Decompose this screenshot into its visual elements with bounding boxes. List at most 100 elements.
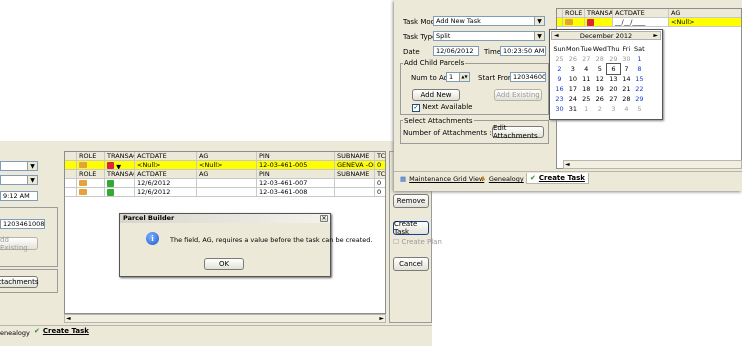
tab-genealogy[interactable]: ♣ Genealogy bbox=[480, 175, 524, 183]
back-attachments-button[interactable]: ttachments bbox=[0, 276, 39, 288]
back-add-existing-button[interactable]: dd Existing bbox=[0, 236, 38, 252]
col-actdate[interactable]: ACTDATE bbox=[613, 9, 669, 18]
calendar-day[interactable]: 22 bbox=[633, 84, 646, 94]
add-existing-button[interactable]: Add Existing bbox=[494, 89, 542, 101]
create-plan-checkbox[interactable]: ☐ Create Plan bbox=[393, 238, 442, 246]
calendar-day[interactable]: 18 bbox=[580, 84, 593, 94]
calendar-day[interactable]: 9 bbox=[553, 74, 566, 84]
col-actdate[interactable]: ACTDATE bbox=[135, 152, 197, 161]
cancel-button[interactable]: Cancel bbox=[393, 257, 429, 271]
col-role[interactable]: ROLE bbox=[563, 9, 585, 18]
ok-button[interactable]: OK bbox=[204, 258, 244, 270]
next-month-icon[interactable]: ► bbox=[653, 32, 658, 40]
tab-create-task[interactable]: ✔ Create Task bbox=[34, 327, 89, 335]
tab-genealogy[interactable]: enealogy bbox=[0, 329, 30, 337]
calendar-day[interactable]: 13 bbox=[607, 74, 620, 84]
back-combo-2[interactable]: ▼ bbox=[0, 175, 38, 185]
calendar-day[interactable]: 26 bbox=[593, 94, 607, 104]
task-mode-combo[interactable]: Add New Task ▼ bbox=[433, 16, 545, 26]
calendar-day[interactable]: 17 bbox=[566, 84, 580, 94]
remove-button[interactable]: Remove bbox=[393, 194, 429, 208]
scroll-right-icon[interactable]: ► bbox=[379, 315, 384, 322]
create-task-button[interactable]: Create Task bbox=[393, 220, 429, 236]
calendar-month-title[interactable]: December 2012 bbox=[552, 32, 660, 40]
calendar-day[interactable]: 1 bbox=[580, 104, 593, 114]
stepper-arrows-icon[interactable]: ▲▼ bbox=[459, 73, 469, 81]
calendar-day[interactable]: 5 bbox=[633, 104, 646, 114]
edit-attachments-button[interactable]: Edit Attachments bbox=[492, 124, 544, 140]
calendar-day[interactable]: 14 bbox=[620, 74, 633, 84]
calendar-day[interactable]: 3 bbox=[566, 64, 580, 74]
scroll-left-icon[interactable]: ◄ bbox=[565, 161, 570, 168]
date-field[interactable]: 12/06/2012 bbox=[433, 46, 479, 56]
calendar-day[interactable]: 21 bbox=[620, 84, 633, 94]
create-plan-label: Create Plan bbox=[401, 238, 442, 246]
back-start-from-field[interactable]: 1203461008 bbox=[0, 219, 45, 229]
close-icon[interactable]: ✕ bbox=[320, 215, 328, 222]
checkbox-checked-icon: ✓ bbox=[412, 104, 420, 112]
tab-create-task[interactable]: ✔ Create Task bbox=[526, 173, 589, 184]
col-transaction[interactable]: TRANSACTI bbox=[585, 9, 613, 18]
transaction-icon bbox=[587, 19, 594, 26]
tab-maintenance-grid-view[interactable]: ▦ Maintenance Grid View bbox=[400, 175, 484, 183]
col-pin[interactable]: PIN bbox=[257, 152, 335, 161]
calendar-day[interactable]: 11 bbox=[580, 74, 593, 84]
calendar-day[interactable]: 31 bbox=[566, 104, 580, 114]
table-row[interactable]: __/__/____ <Null> bbox=[557, 18, 741, 27]
calendar-day[interactable]: 4 bbox=[620, 104, 633, 114]
calendar-day[interactable]: 28 bbox=[620, 94, 633, 104]
calendar-day[interactable]: 30 bbox=[553, 104, 566, 114]
calendar-day[interactable]: 10 bbox=[566, 74, 580, 84]
col-role[interactable]: ROLE bbox=[77, 152, 105, 161]
calendar-day[interactable]: 29 bbox=[633, 94, 646, 104]
calendar-day[interactable]: 25 bbox=[553, 54, 566, 64]
calendar-day[interactable]: 12 bbox=[593, 74, 607, 84]
calendar-day[interactable]: 27 bbox=[607, 94, 620, 104]
table-row[interactable]: 12/6/2012 12-03-461-007 0 bbox=[65, 179, 385, 188]
table-row[interactable]: 12/6/2012 12-03-461-008 0 bbox=[65, 188, 385, 197]
back-combo-1[interactable]: ▼ bbox=[0, 161, 38, 171]
next-available-checkbox[interactable]: ✓ Next Available bbox=[412, 103, 472, 112]
calendar-day[interactable]: 24 bbox=[566, 94, 580, 104]
back-grid-hscrollbar[interactable]: ◄ ► bbox=[64, 314, 386, 323]
scroll-left-icon[interactable]: ◄ bbox=[66, 315, 71, 322]
front-grid-hscrollbar[interactable]: ◄ bbox=[563, 160, 742, 169]
calendar-day[interactable]: 19 bbox=[593, 84, 607, 94]
calendar-day[interactable]: 4 bbox=[580, 64, 593, 74]
back-time-field[interactable]: 9:12 AM bbox=[0, 191, 38, 201]
calendar-day[interactable]: 1 bbox=[633, 54, 646, 64]
task-type-combo[interactable]: Split ▼ bbox=[433, 31, 545, 41]
dialog-message: The field, AG, requires a value before t… bbox=[170, 236, 373, 244]
col-tc[interactable]: TC bbox=[375, 152, 385, 161]
col-transaction[interactable]: TRANSACTI bbox=[105, 152, 135, 161]
start-from-field[interactable]: 1203460008 bbox=[510, 72, 546, 82]
calendar-day[interactable]: 5 bbox=[593, 64, 607, 74]
calendar-day[interactable]: 16 bbox=[553, 84, 566, 94]
calendar-day[interactable]: 30 bbox=[620, 54, 633, 64]
folder-icon bbox=[79, 162, 87, 168]
calendar-day[interactable]: 28 bbox=[593, 54, 607, 64]
calendar-day[interactable]: 15 bbox=[633, 74, 646, 84]
num-to-add-stepper[interactable]: 1 ▲▼ bbox=[446, 72, 470, 82]
calendar-day[interactable]: 2 bbox=[593, 104, 607, 114]
add-new-button[interactable]: Add New bbox=[412, 89, 460, 101]
col-subname[interactable]: SUBNAME bbox=[335, 152, 375, 161]
folder-icon bbox=[565, 19, 573, 25]
calendar-day[interactable]: 29 bbox=[607, 54, 620, 64]
calendar-day[interactable]: 26 bbox=[566, 54, 580, 64]
calendar-day[interactable]: 23 bbox=[553, 94, 566, 104]
table-row[interactable]: ▼ <Null> <Null> 12-03-461-005 GENEVA -OR… bbox=[65, 161, 385, 170]
calendar-day[interactable]: 25 bbox=[580, 94, 593, 104]
calendar-day[interactable]: 3 bbox=[607, 104, 620, 114]
calendar-day[interactable]: 6 bbox=[605, 63, 621, 75]
date-picker-calendar[interactable]: ◄ December 2012 ► Sun Mon Tue Wed Thu Fr… bbox=[549, 29, 663, 120]
calendar-day[interactable]: 7 bbox=[620, 64, 633, 74]
col-ag[interactable]: AG bbox=[197, 152, 257, 161]
calendar-day[interactable]: 20 bbox=[607, 84, 620, 94]
weekday-label: Thu bbox=[607, 45, 620, 53]
time-field[interactable]: 10:23:50 AM bbox=[500, 46, 546, 56]
calendar-day[interactable]: 2 bbox=[553, 64, 566, 74]
calendar-day[interactable]: 27 bbox=[580, 54, 593, 64]
col-ag[interactable]: AG bbox=[669, 9, 741, 18]
calendar-day[interactable]: 8 bbox=[633, 64, 646, 74]
